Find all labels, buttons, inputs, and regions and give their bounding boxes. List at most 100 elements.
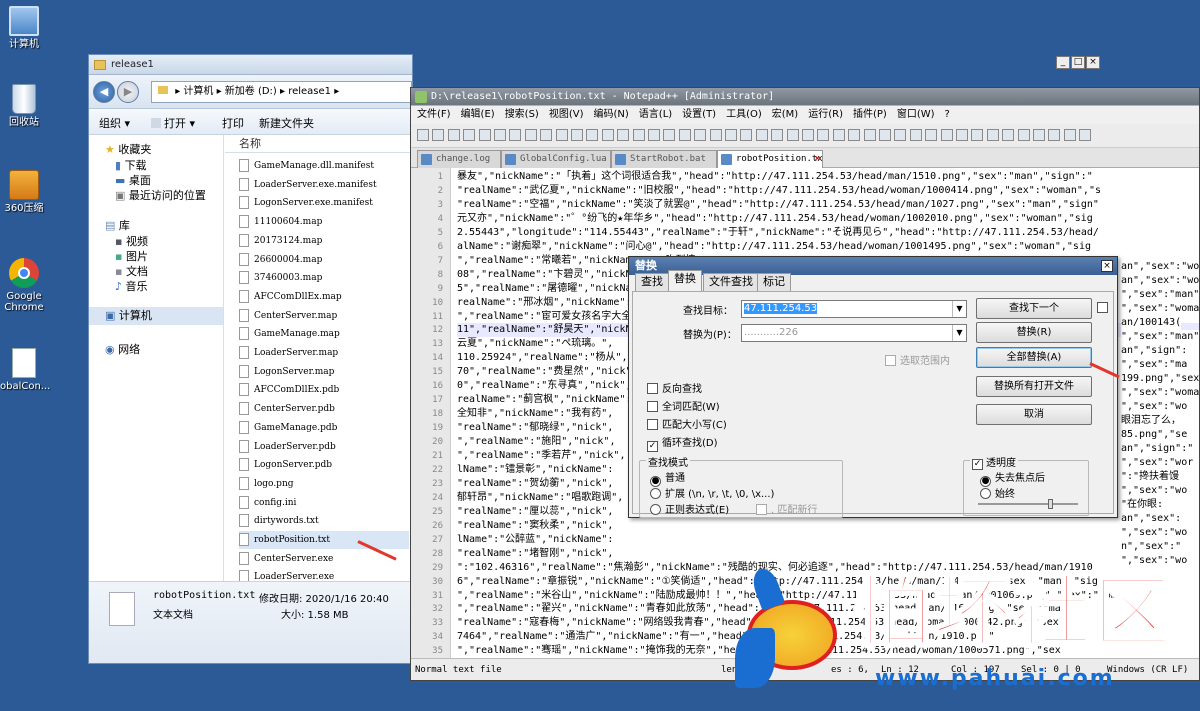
toolbar-icon[interactable] <box>571 129 583 141</box>
menu-item[interactable]: 设置(T) <box>682 109 716 120</box>
new-folder-button[interactable]: 新建文件夹 <box>259 115 314 131</box>
toolbar-icon[interactable] <box>648 129 660 141</box>
file-row[interactable]: GameManage.map <box>239 325 409 343</box>
toolbar-icon[interactable] <box>540 129 553 141</box>
menu-item[interactable]: 工具(O) <box>726 109 762 120</box>
cancel-button[interactable]: 取消 <box>976 404 1092 425</box>
always-radio[interactable]: 始终 <box>980 485 1015 500</box>
toolbar-icon[interactable] <box>632 129 645 141</box>
tab-find[interactable]: 查找 <box>635 273 669 291</box>
desktop-icon-archive[interactable]: 360压缩 <box>0 170 48 214</box>
toolbar-icon[interactable] <box>817 129 830 141</box>
file-row[interactable]: 20173124.map <box>239 232 409 250</box>
dropdown-arrow-icon[interactable]: ▼ <box>952 301 966 317</box>
file-row[interactable]: AFCComDllEx.map <box>239 288 409 306</box>
toolbar-icon[interactable] <box>894 129 907 141</box>
toolbar-icon[interactable] <box>463 129 476 141</box>
file-tab[interactable]: robotPosition.txt × <box>717 150 823 168</box>
forward-button[interactable]: ▶ <box>117 81 139 103</box>
file-row[interactable]: robotPosition.txt <box>239 531 409 549</box>
file-tab[interactable]: StartRobot.bat <box>611 150 717 168</box>
nav-music[interactable]: ♪ 音乐 <box>115 278 148 294</box>
toolbar-icon[interactable] <box>909 129 922 141</box>
open-button[interactable]: 打开 ▾ <box>151 115 195 131</box>
menu-item[interactable]: 视图(V) <box>549 109 584 120</box>
desktop-icon-chrome[interactable]: Google Chrome <box>0 258 48 313</box>
replace-all-open-button[interactable]: 替换所有打开文件 <box>976 376 1092 397</box>
toolbar-icon[interactable] <box>802 129 814 141</box>
toolbar-icon[interactable] <box>740 129 753 141</box>
toolbar-icon[interactable] <box>725 129 737 141</box>
file-row[interactable]: 11100604.map <box>239 213 409 231</box>
toolbar-icon[interactable] <box>786 129 799 141</box>
menu-item[interactable]: 搜索(S) <box>505 109 539 120</box>
toolbar-icon[interactable] <box>1033 129 1045 141</box>
file-row[interactable]: config.ini <box>239 494 409 512</box>
desktop-icon-recycle-bin[interactable]: 回收站 <box>0 84 48 128</box>
nav-documents[interactable]: ▪ 文档 <box>115 263 148 279</box>
replace-all-button[interactable]: 全部替换(A) <box>976 347 1092 368</box>
toolbar-icon[interactable] <box>925 129 938 141</box>
whole-word-checkbox[interactable]: 全词匹配(W) <box>647 398 720 413</box>
toolbar-icon[interactable] <box>601 129 614 141</box>
toolbar-icon[interactable] <box>663 129 676 141</box>
backward-checkbox[interactable]: 反向查找 <box>647 380 702 395</box>
menu-item[interactable]: ? <box>945 109 950 120</box>
file-row[interactable]: LoaderServer.exe.manifest <box>239 176 409 194</box>
toolbar-icon[interactable] <box>986 129 999 141</box>
menu-item[interactable]: 运行(R) <box>808 109 843 120</box>
file-row[interactable]: LogonServer.exe.manifest <box>239 194 409 212</box>
tab-mark[interactable]: 标记 <box>757 273 791 291</box>
toolbar-icon[interactable] <box>509 129 522 141</box>
menu-item[interactable]: 编辑(E) <box>461 109 495 120</box>
desktop-icon-computer[interactable]: 计算机 <box>0 6 48 50</box>
maximize-button[interactable]: □ <box>1071 56 1085 69</box>
file-row[interactable]: GameManage.pdb <box>239 419 409 437</box>
file-row[interactable]: LoaderServer.map <box>239 344 409 362</box>
file-row[interactable]: 37460003.map <box>239 269 409 287</box>
nav-pictures[interactable]: ▪ 图片 <box>115 248 148 264</box>
find-next-option-checkbox[interactable] <box>1097 302 1112 314</box>
find-next-button[interactable]: 查找下一个 <box>976 298 1092 319</box>
file-row[interactable]: CenterServer.map <box>239 307 409 325</box>
dot-newline-checkbox[interactable]: . 匹配新行 <box>756 501 817 516</box>
tab-find-in-files[interactable]: 文件查找 <box>703 273 759 291</box>
mode-regex-radio[interactable]: 正则表达式(E) <box>650 501 729 516</box>
toolbar-icon[interactable] <box>1079 129 1092 141</box>
nav-recent[interactable]: ▣ 最近访问的位置 <box>115 187 206 203</box>
tab-replace[interactable]: 替换 <box>668 270 702 291</box>
file-row[interactable]: 26600004.map <box>239 251 409 269</box>
toolbar-icon[interactable] <box>755 129 768 141</box>
toolbar-icon[interactable] <box>1002 129 1015 141</box>
toolbar-icon[interactable] <box>694 129 707 141</box>
menu-item[interactable]: 文件(F) <box>417 109 451 120</box>
nav-desktop[interactable]: ▬ 桌面 <box>115 172 151 188</box>
wrap-around-checkbox[interactable]: ✓ 循环查找(D) <box>647 434 718 452</box>
organize-button[interactable]: 组织 ▾ <box>99 115 130 131</box>
slider-thumb[interactable] <box>1048 499 1053 509</box>
toolbar-icon[interactable] <box>863 129 876 141</box>
print-button[interactable]: 打印 <box>222 115 244 131</box>
nav-libraries[interactable]: ▤ 库 <box>105 217 130 233</box>
file-row[interactable]: GameManage.dll.manifest <box>239 157 409 175</box>
file-row[interactable]: logo.png <box>239 475 409 493</box>
toolbar-icon[interactable] <box>1048 129 1061 141</box>
file-row[interactable]: CenterServer.pdb <box>239 400 409 418</box>
nav-downloads[interactable]: ▮ 下载 <box>115 157 147 173</box>
transparency-checkbox[interactable]: ✓ 透明度 <box>970 454 1018 470</box>
menu-item[interactable]: 宏(M) <box>772 109 798 120</box>
file-row[interactable]: LogonServer.map <box>239 363 409 381</box>
breadcrumb[interactable]: ▸ 计算机 ▸ 新加卷 (D:) ▸ release1 ▸ <box>151 81 412 103</box>
toolbar-icon[interactable] <box>432 129 445 141</box>
toolbar-icon[interactable] <box>524 129 537 141</box>
nav-network[interactable]: ◉ 网络 <box>105 341 140 357</box>
nav-favorites[interactable]: ★ 收藏夹 <box>105 141 151 157</box>
dropdown-arrow-icon[interactable]: ▼ <box>952 325 966 341</box>
file-tab[interactable]: GlobalConfig.lua <box>501 150 611 168</box>
close-icon[interactable]: × <box>1101 260 1113 272</box>
toolbar-icon[interactable] <box>771 129 784 141</box>
file-row[interactable]: LogonServer.pdb <box>239 456 409 474</box>
find-input[interactable]: 47.111.254.53 ▼ <box>741 300 967 318</box>
column-header-name[interactable]: 名称 <box>225 135 412 153</box>
in-selection-checkbox[interactable]: 选取范围内 <box>885 352 950 367</box>
